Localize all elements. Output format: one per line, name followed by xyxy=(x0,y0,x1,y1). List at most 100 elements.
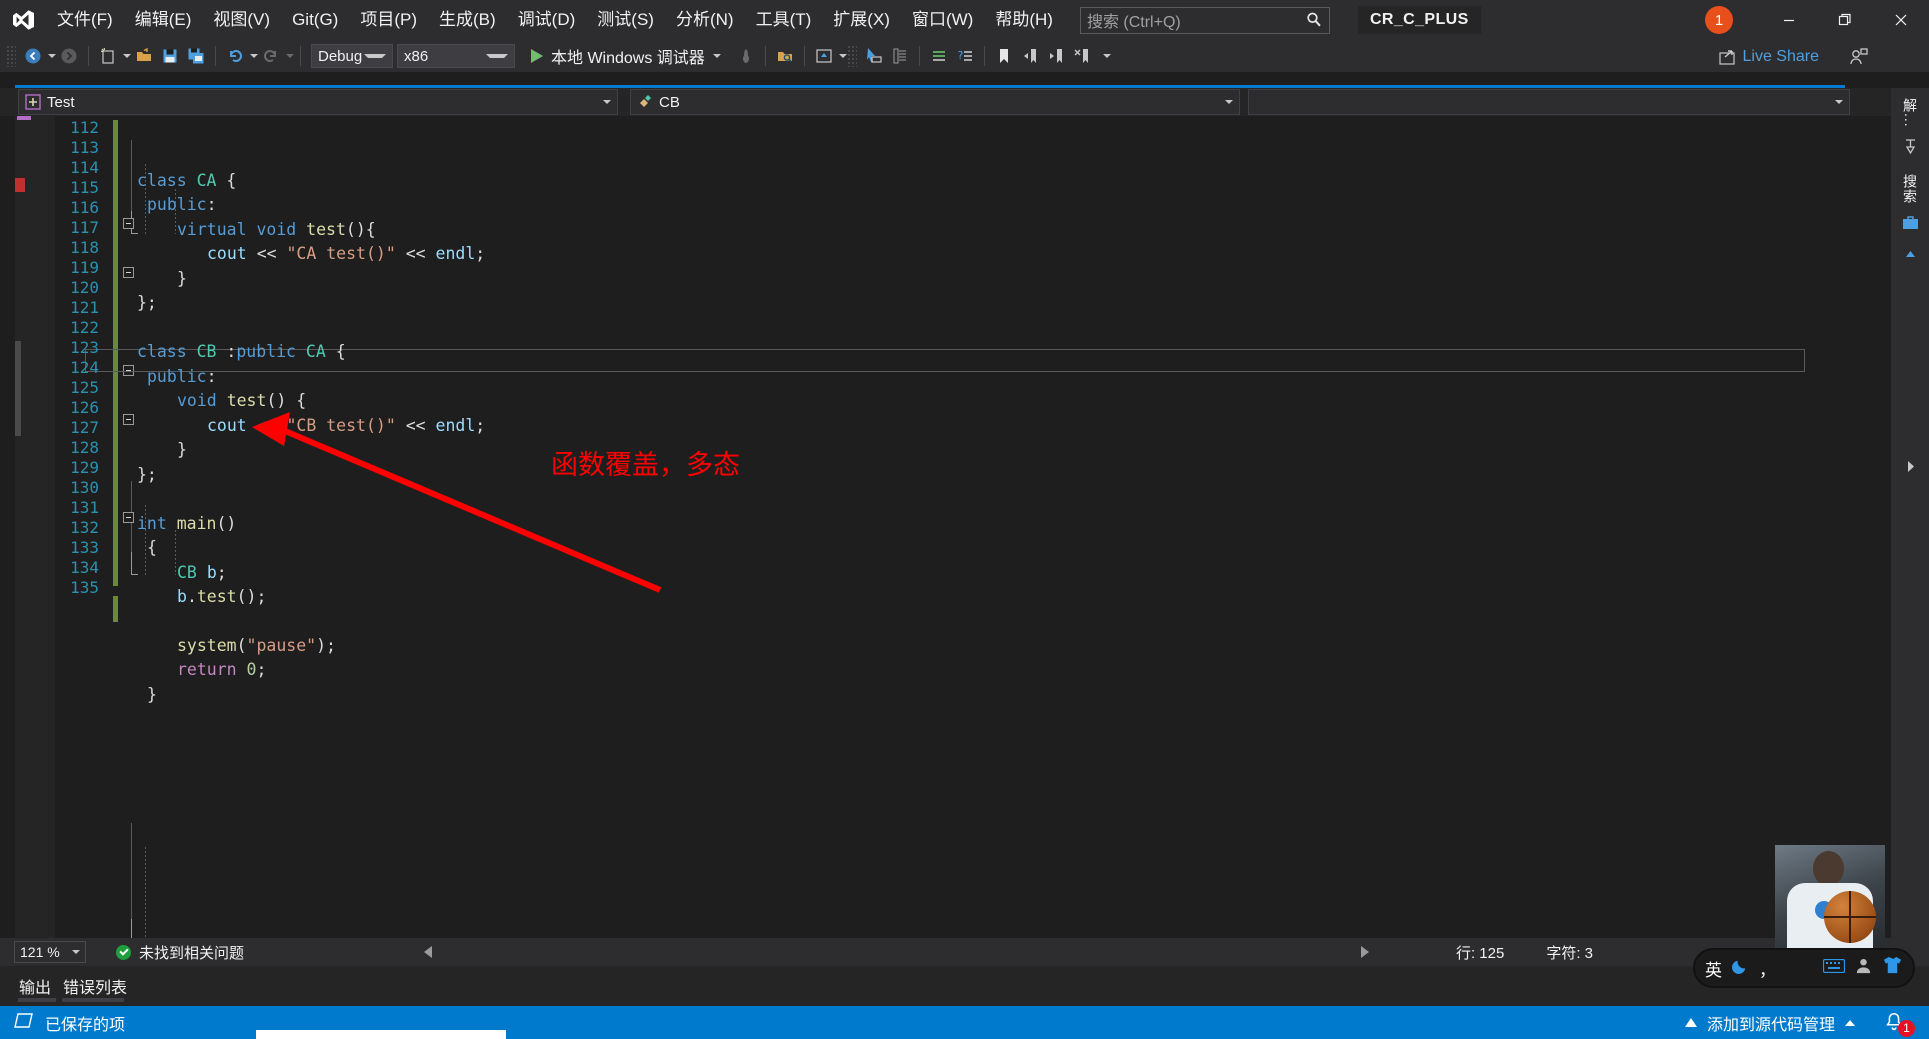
restore-button[interactable] xyxy=(1817,0,1873,40)
code-line[interactable]: cout << "CA test()" << endl; xyxy=(207,242,485,267)
zoom-level-select[interactable]: 121 % xyxy=(14,941,86,963)
fold-toggle-ca-test[interactable] xyxy=(123,267,134,278)
dock-solution-explorer[interactable]: 解... xyxy=(1900,98,1920,128)
fold-toggle-cb-test[interactable] xyxy=(123,414,134,425)
new-file-icon[interactable] xyxy=(95,43,121,69)
code-line[interactable]: } xyxy=(177,267,187,292)
menu-analyze[interactable]: 分析(N) xyxy=(665,0,745,40)
fold-toggle-class-ca[interactable] xyxy=(123,218,134,229)
scroll-left-arrow-icon[interactable] xyxy=(424,946,433,958)
keyboard-icon[interactable] xyxy=(1822,958,1846,978)
code-line[interactable]: return 0; xyxy=(177,658,266,683)
navbar-member-select[interactable]: CB xyxy=(630,89,1240,115)
toolbar-overflow-icon[interactable] xyxy=(1102,54,1111,58)
gutter-marker-breakpoint[interactable] xyxy=(15,178,25,192)
ime-language-toggle[interactable]: 英 xyxy=(1705,956,1722,981)
comment-lines-icon[interactable] xyxy=(926,43,952,69)
search-solution-explorer-icon[interactable] xyxy=(772,43,798,69)
undo-dropdown-icon[interactable] xyxy=(250,54,258,58)
save-icon[interactable] xyxy=(157,43,183,69)
code-line[interactable]: public: xyxy=(147,365,217,390)
menu-project[interactable]: 项目(P) xyxy=(349,0,428,40)
problems-status-label: 未找到相关问题 xyxy=(139,944,245,962)
menu-help[interactable]: 帮助(H) xyxy=(984,0,1064,40)
code-line[interactable]: } xyxy=(177,438,187,463)
navigate-backward-icon[interactable] xyxy=(20,43,46,69)
problems-status[interactable]: 未找到相关问题 xyxy=(116,942,244,963)
uncomment-lines-icon[interactable]: ? xyxy=(952,43,978,69)
toolbar-grip[interactable] xyxy=(6,45,16,67)
menu-build[interactable]: 生成(B) xyxy=(428,0,507,40)
code-line[interactable]: } xyxy=(147,683,157,708)
title-notification-badge[interactable]: 1 xyxy=(1705,6,1733,34)
menu-view[interactable]: 视图(V) xyxy=(202,0,281,40)
preview-window-icon[interactable] xyxy=(811,43,837,69)
live-share-person-icon[interactable] xyxy=(1849,47,1869,72)
editor-gutter[interactable] xyxy=(15,116,55,938)
dock-expand-up-icon[interactable] xyxy=(1902,246,1919,268)
copy-lines-icon[interactable] xyxy=(887,43,913,69)
new-file-dropdown-icon[interactable] xyxy=(123,54,131,58)
menu-debug[interactable]: 调试(D) xyxy=(507,0,587,40)
fold-toggle-main[interactable] xyxy=(123,512,134,523)
hot-reload-icon[interactable] xyxy=(733,43,759,69)
menu-window[interactable]: 窗口(W) xyxy=(901,0,984,40)
code-line[interactable]: class CA { xyxy=(137,169,236,194)
dock-expand-right-icon[interactable] xyxy=(1902,458,1919,480)
solution-platform-select[interactable]: x86 xyxy=(397,44,515,68)
open-file-icon[interactable] xyxy=(131,43,157,69)
skin-icon[interactable] xyxy=(1882,956,1903,980)
code-line[interactable]: { xyxy=(147,536,157,561)
menu-test[interactable]: 测试(S) xyxy=(586,0,665,40)
save-all-icon[interactable] xyxy=(183,43,209,69)
editor-navigation-bar: Test CB xyxy=(0,88,1929,116)
caret-position: 行: 125 字符: 3 xyxy=(1456,942,1593,963)
menu-file[interactable]: 文件(F) xyxy=(46,0,124,40)
code-line[interactable]: virtual void test(){ xyxy=(177,218,376,243)
user-icon[interactable] xyxy=(1854,956,1873,980)
minimize-button[interactable] xyxy=(1761,0,1817,40)
dock-search[interactable]: 搜索 xyxy=(1900,174,1920,204)
code-line[interactable]: system("pause"); xyxy=(177,634,336,659)
dock-pin-icon[interactable] xyxy=(1902,138,1919,160)
moon-icon[interactable] xyxy=(1731,956,1750,980)
panel-tab-output[interactable]: 输出 xyxy=(14,971,56,1001)
navbar-function-select[interactable] xyxy=(1248,89,1850,115)
navigate-backward-dropdown-icon[interactable] xyxy=(48,54,56,58)
notifications-button[interactable]: 1 xyxy=(1883,1011,1915,1037)
code-line[interactable]: }; xyxy=(137,463,157,488)
code-line[interactable]: public: xyxy=(147,193,217,218)
menu-extensions[interactable]: 扩展(X) xyxy=(822,0,901,40)
undo-icon[interactable] xyxy=(222,43,248,69)
navbar-file-select[interactable]: Test xyxy=(18,89,618,115)
redo-dropdown-icon[interactable] xyxy=(286,54,294,58)
punctuation-toggle[interactable]: ， xyxy=(1759,956,1776,981)
scroll-right-arrow-icon[interactable] xyxy=(1361,946,1369,958)
search-input[interactable]: 搜索 (Ctrl+Q) xyxy=(1079,6,1330,34)
redo-icon[interactable] xyxy=(258,43,284,69)
menu-git[interactable]: Git(G) xyxy=(281,0,349,40)
start-debugging-button[interactable]: 本地 Windows 调试器 xyxy=(525,43,727,69)
chevron-up-icon[interactable] xyxy=(1845,1019,1855,1026)
pointer-select-icon[interactable] xyxy=(861,43,887,69)
live-share-button[interactable]: Live Share xyxy=(1718,44,1819,70)
source-control-label[interactable]: 添加到源代码管理 xyxy=(1707,1011,1835,1035)
solution-configuration-select[interactable]: Debug xyxy=(311,44,393,68)
toolbar-grip-2[interactable] xyxy=(846,45,857,67)
dock-toolbox-icon[interactable] xyxy=(1902,214,1919,236)
code-line[interactable]: int main() xyxy=(137,512,236,537)
code-line[interactable]: class CB :public CA { xyxy=(137,340,346,365)
close-button[interactable] xyxy=(1873,0,1929,40)
toggle-bookmark-icon[interactable] xyxy=(991,43,1017,69)
preview-dropdown-icon[interactable] xyxy=(838,54,847,58)
menu-edit[interactable]: 编辑(E) xyxy=(124,0,203,40)
previous-bookmark-icon[interactable] xyxy=(1017,43,1043,69)
clear-bookmarks-icon[interactable] xyxy=(1069,43,1095,69)
navigate-forward-icon[interactable] xyxy=(56,43,82,69)
code-line[interactable]: CB b; xyxy=(177,561,227,586)
bottom-panel-tabs: 输出 错误列表 xyxy=(0,966,1929,1006)
code-line[interactable]: }; xyxy=(137,291,157,316)
next-bookmark-icon[interactable] xyxy=(1043,43,1069,69)
panel-tab-error-list[interactable]: 错误列表 xyxy=(58,971,132,1001)
menu-tools[interactable]: 工具(T) xyxy=(745,0,823,40)
